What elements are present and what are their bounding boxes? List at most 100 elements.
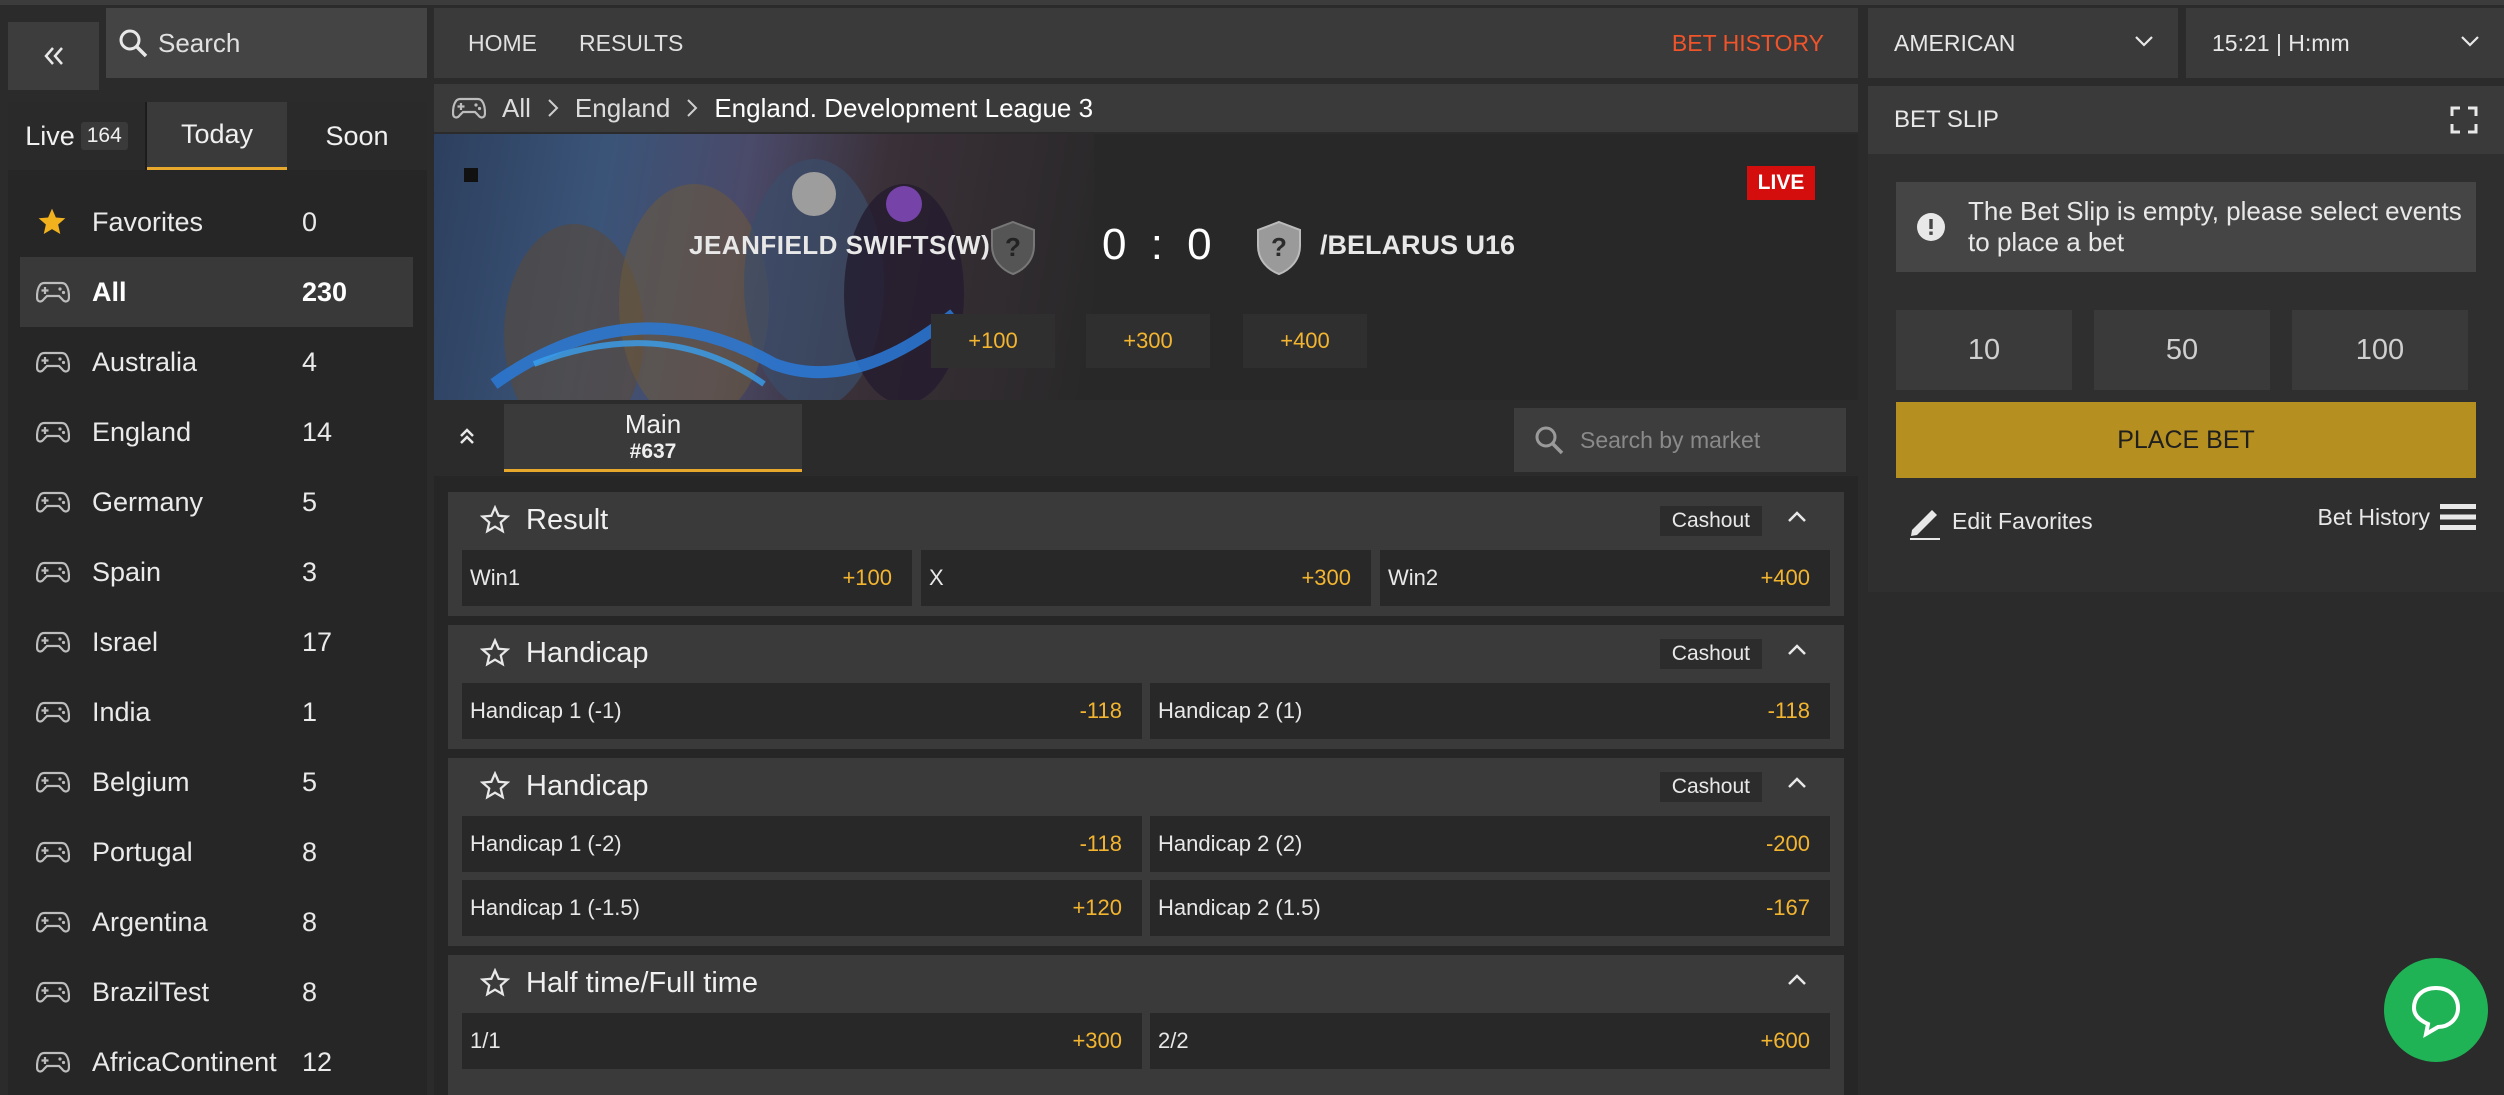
star-outline-icon[interactable] (480, 505, 510, 535)
chevron-up-icon[interactable] (1786, 506, 1808, 528)
sidebar-item-label: Belgium (92, 766, 190, 797)
odd-htft-button[interactable]: 2/2 +600 (1150, 1013, 1830, 1069)
time-format-select[interactable]: 15:21 | H:mm (2186, 8, 2504, 78)
market-handicap-1: Handicap Cashout Handicap 1 (-1) -118 Ha… (448, 625, 1844, 749)
edit-favorites-link[interactable]: Edit Favorites (1906, 502, 2093, 540)
sidebar-item-germany[interactable]: Germany 5 (20, 467, 413, 537)
odd-win2-button[interactable]: Win2 +400 (1380, 550, 1830, 606)
odd-handicap-button[interactable]: Handicap 1 (-1) -118 (462, 683, 1142, 739)
odd-handicap-button[interactable]: Handicap 1 (-1.5) +120 (462, 880, 1142, 936)
menu-icon (2440, 504, 2476, 530)
sidebar-item-label: Favorites (92, 206, 204, 237)
chat-button[interactable] (2384, 958, 2488, 1062)
odd-label: Handicap 1 (-1.5) (470, 895, 640, 920)
collapse-sidebar-button[interactable] (8, 22, 99, 90)
market-header[interactable]: Result (448, 492, 1844, 548)
odd-draw-button[interactable]: X +300 (921, 550, 1371, 606)
gamepad-icon (36, 421, 70, 443)
market-handicap-2: Handicap Cashout Handicap 1 (-2) -118 Ha… (448, 758, 1844, 946)
stake-100-button[interactable]: 100 (2292, 310, 2468, 390)
chevron-up-icon[interactable] (1786, 772, 1808, 794)
sidebar-item-label: Australia (92, 346, 198, 377)
tab-today[interactable]: Today (147, 102, 287, 170)
breadcrumb-country[interactable]: England (575, 93, 670, 124)
info-icon (1917, 213, 1945, 241)
odd-handicap-button[interactable]: Handicap 2 (1) -118 (1150, 683, 1830, 739)
chevron-up-icon[interactable] (1786, 969, 1808, 991)
chevron-down-icon (2461, 36, 2479, 47)
expand-icon[interactable] (2450, 106, 2478, 134)
market-tab-count: #637 (629, 440, 677, 463)
bet-history-link[interactable]: Bet History (2318, 502, 2476, 532)
sidebar-item-england[interactable]: England 14 (20, 397, 413, 467)
sidebar-item-favorites[interactable]: Favorites 0 (20, 187, 413, 257)
sidebar-item-argentina[interactable]: Argentina 8 (20, 887, 413, 957)
breadcrumb-all[interactable]: All (502, 93, 531, 124)
odd-win1-button[interactable]: Win1 +100 (462, 550, 912, 606)
odd-label: Win1 (470, 565, 521, 590)
tab-soon[interactable]: Soon (287, 102, 427, 170)
odd-label: Handicap 1 (-1) (470, 698, 622, 723)
market-header[interactable]: Handicap (448, 625, 1844, 681)
star-outline-icon[interactable] (480, 638, 510, 668)
sidebar-item-label: All (92, 276, 127, 307)
chevron-right-icon (548, 99, 559, 117)
sidebar-item-belgium[interactable]: Belgium 5 (20, 747, 413, 817)
quick-odd-win1-button[interactable]: +100 (931, 314, 1055, 368)
sidebar-item-count: 8 (302, 836, 318, 867)
sidebar-item-australia[interactable]: Australia 4 (20, 327, 413, 397)
market-title: Result (526, 503, 609, 536)
sidebar-item-label: Spain (92, 556, 162, 587)
place-bet-button[interactable]: PLACE BET (1896, 402, 2476, 478)
sidebar-item-braziltest[interactable]: BrazilTest 8 (20, 957, 413, 1027)
market-header[interactable]: Half time/Full time (448, 955, 1844, 1011)
search-label: Search (158, 27, 241, 58)
top-nav: HOME RESULTS BET HISTORY (434, 8, 1858, 78)
sidebar-item-india[interactable]: India 1 (20, 677, 413, 747)
market-header[interactable]: Handicap (448, 758, 1844, 814)
sidebar-item-count: 8 (302, 906, 318, 937)
stake-10-button[interactable]: 10 (1896, 310, 2072, 390)
sidebar-item-africacontinent[interactable]: AfricaContinent 12 (20, 1027, 413, 1095)
odd-handicap-button[interactable]: Handicap 2 (1.5) -167 (1150, 880, 1830, 936)
sidebar-search[interactable]: Search (106, 8, 427, 78)
odds-format-select[interactable]: AMERICAN (1868, 8, 2178, 78)
sidebar-item-count: 14 (302, 416, 333, 447)
nav-bet-history[interactable]: BET HISTORY (1672, 30, 1824, 57)
odd-htft-button[interactable]: 1/1 +300 (462, 1013, 1142, 1069)
market-half-time-full-time: Half time/Full time 1/1 +300 2/2 +600 (448, 955, 1844, 1095)
quick-odd-draw-button[interactable]: +300 (1086, 314, 1210, 368)
sidebar-item-label: Israel (92, 626, 159, 657)
odd-handicap-button[interactable]: Handicap 1 (-2) -118 (462, 816, 1142, 872)
star-outline-icon[interactable] (480, 968, 510, 998)
stake-50-button[interactable]: 50 (2094, 310, 2270, 390)
gamepad-icon (36, 631, 70, 653)
bet-slip-header: BET SLIP (1868, 86, 2504, 154)
odd-value: +600 (1760, 1028, 1810, 1053)
markets-list: Result Cashout Win1 +100 X +300 Win2 +40… (434, 476, 1858, 1095)
tab-live[interactable]: Live 164 (8, 102, 147, 170)
star-outline-icon[interactable] (480, 771, 510, 801)
away-team-shield-icon: ? (1257, 220, 1301, 276)
odd-handicap-button[interactable]: Handicap 2 (2) -200 (1150, 816, 1830, 872)
collapse-all-icon[interactable] (458, 426, 476, 448)
market-title: Handicap (526, 769, 649, 802)
svg-text:?: ? (1271, 232, 1287, 262)
away-team-name: /BELARUS U16 (1320, 230, 1516, 260)
nav-results[interactable]: RESULTS (579, 30, 683, 57)
market-title: Handicap (526, 636, 649, 669)
nav-home[interactable]: HOME (468, 30, 537, 57)
chevron-up-icon[interactable] (1786, 639, 1808, 661)
sidebar-item-all[interactable]: All 230 (20, 257, 413, 327)
sidebar-item-label: Portugal (92, 836, 193, 867)
sidebar-item-spain[interactable]: Spain 3 (20, 537, 413, 607)
sidebar-list: Favorites 0 All 230 Australia 4 England … (20, 187, 413, 1095)
cashout-badge: Cashout (1659, 639, 1762, 669)
sidebar-item-portugal[interactable]: Portugal 8 (20, 817, 413, 887)
gamepad-icon (36, 491, 70, 513)
quick-odd-win2-button[interactable]: +400 (1243, 314, 1367, 368)
tab-main-markets[interactable]: Main #637 (504, 404, 802, 472)
sidebar-item-israel[interactable]: Israel 17 (20, 607, 413, 677)
sidebar-item-count: 8 (302, 976, 318, 1007)
market-search-input[interactable]: Search by market (1514, 408, 1846, 472)
